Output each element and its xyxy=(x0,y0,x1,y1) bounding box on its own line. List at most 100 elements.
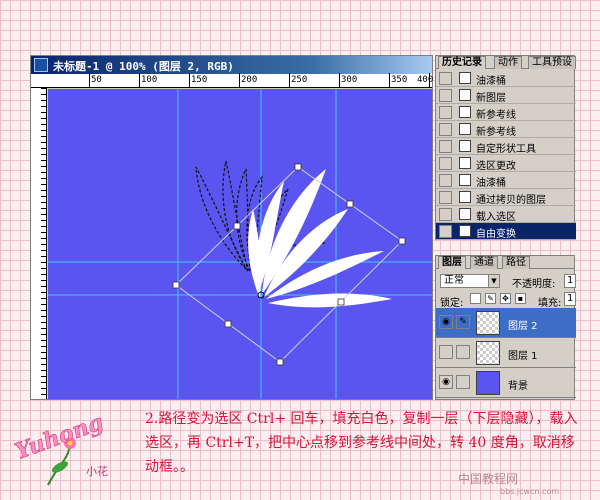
history-item[interactable]: 新参考线 xyxy=(436,104,576,121)
eye-icon[interactable]: ◉ xyxy=(439,315,453,329)
history-snapshot-box[interactable] xyxy=(439,157,452,170)
history-item[interactable]: 油漆桶 xyxy=(436,172,576,189)
blend-mode-select[interactable]: 正常 ▼ xyxy=(440,274,500,288)
layer-row[interactable]: 图层 1 xyxy=(436,338,576,368)
history-item[interactable]: 通过拷贝的图层 xyxy=(436,189,576,206)
fill-label: 填充: xyxy=(538,298,562,309)
history-snapshot-box[interactable] xyxy=(439,89,452,102)
logo-text: Yuhong xyxy=(12,409,107,465)
history-snapshot-box[interactable] xyxy=(439,72,452,85)
white-leaf-shape xyxy=(248,169,392,308)
lock-move-icon[interactable]: ✥ xyxy=(500,293,511,304)
tab-history[interactable]: 历史记录 xyxy=(438,56,486,69)
layer-thumbnail xyxy=(476,341,500,365)
ruler-tick-label: 100 xyxy=(141,75,158,85)
photoshop-document-icon xyxy=(34,58,48,72)
history-snapshot-box[interactable] xyxy=(439,208,452,221)
history-item[interactable]: 新参考线 xyxy=(436,121,576,138)
left-ruler[interactable] xyxy=(31,88,47,399)
ruler-tick-label: 300 xyxy=(341,75,358,85)
paint-bucket-icon xyxy=(459,72,471,84)
history-item[interactable]: 载入选区 xyxy=(436,206,576,223)
history-item-label: 自由变换 xyxy=(476,229,516,240)
history-item-label: 通过拷贝的图层 xyxy=(476,195,546,206)
history-item-label: 载入选区 xyxy=(476,212,516,223)
ruler-tick-label: 200 xyxy=(241,75,258,85)
layer-name: 图层 1 xyxy=(508,351,538,362)
history-snapshot-box[interactable] xyxy=(439,174,452,187)
layer-thumbnail xyxy=(476,311,500,335)
document-titlebar[interactable]: 未标题-1 @ 100% (图层 2, RGB) xyxy=(31,56,432,74)
selection-icon xyxy=(459,208,471,220)
transform-icon xyxy=(459,225,471,237)
ruler-tick-label: 250 xyxy=(291,75,308,85)
tab-actions[interactable]: 动作 xyxy=(494,56,522,69)
ruler-tick-label: 150 xyxy=(191,75,208,85)
tab-channels[interactable]: 通道 xyxy=(470,256,498,269)
history-snapshot-box[interactable] xyxy=(439,140,452,153)
history-item-label: 新参考线 xyxy=(476,110,516,121)
fill-field[interactable]: 1 xyxy=(564,292,576,306)
instruction-caption: 2.路径变为选区 Ctrl+ 回车，填充白色，复制一层（下层隐藏），载入选区，再… xyxy=(145,411,578,475)
opacity-label: 不透明度: xyxy=(512,279,556,290)
eye-icon[interactable]: ◉ xyxy=(439,375,453,389)
tab-tool-presets[interactable]: 工具预设 xyxy=(528,56,576,69)
link-toggle[interactable] xyxy=(456,345,470,359)
history-snapshot-box[interactable] xyxy=(439,106,452,119)
lock-label: 锁定: xyxy=(440,298,464,309)
document-window: 未标题-1 @ 100% (图层 2, RGB) 50 100 150 200 … xyxy=(30,55,433,400)
tab-paths[interactable]: 路径 xyxy=(502,256,530,269)
history-item[interactable]: 新图层 xyxy=(436,87,576,104)
history-snapshot-box[interactable] xyxy=(439,191,452,204)
layer-row[interactable]: ◉ 背景 xyxy=(436,368,576,398)
history-tab-row: 历史记录 动作 工具预设 xyxy=(436,56,576,69)
history-item-label: 新参考线 xyxy=(476,127,516,138)
ruler-tick-label: 50 xyxy=(91,75,102,85)
canvas-artwork xyxy=(48,89,432,399)
layer-row[interactable]: ◉ ✎ 图层 2 xyxy=(436,308,576,338)
new-layer-icon xyxy=(459,89,471,101)
opacity-field[interactable]: 1 xyxy=(564,274,576,288)
history-panel: 历史记录 动作 工具预设 油漆桶 新图层 新参考线 新参考线 自定形状工具 选区… xyxy=(435,55,576,240)
top-ruler[interactable]: 50 100 150 200 250 300 350 400 xyxy=(31,73,434,88)
paint-bucket-icon xyxy=(459,174,471,186)
ruler-tick-label: 400 xyxy=(417,75,434,85)
canvas[interactable] xyxy=(48,89,432,399)
visibility-toggle[interactable] xyxy=(439,345,453,359)
history-item-label: 选区更改 xyxy=(476,161,516,172)
history-item[interactable]: 自定形状工具 xyxy=(436,138,576,155)
brush-icon[interactable]: ✎ xyxy=(456,315,470,329)
document-title: 未标题-1 @ 100% (图层 2, RGB) xyxy=(53,60,234,73)
layers-tab-row: 图层 通道 路径 xyxy=(436,256,574,269)
site-watermark: 中国教程网 xyxy=(458,472,519,486)
yuhong-logo: Yuhong 小花 xyxy=(8,405,138,495)
link-toggle[interactable] xyxy=(456,375,470,389)
lock-paint-icon[interactable]: ✎ xyxy=(485,293,496,304)
layer-thumbnail xyxy=(476,371,500,395)
custom-shape-icon xyxy=(459,140,471,152)
lock-transparency-icon[interactable] xyxy=(470,293,481,304)
history-item-label: 油漆桶 xyxy=(476,76,506,87)
layer-name: 背景 xyxy=(508,381,528,392)
ruler-tick-label: 350 xyxy=(391,75,408,85)
history-item-selected[interactable]: 自由变换 xyxy=(436,223,576,240)
selection-icon xyxy=(459,157,471,169)
history-item-label: 新图层 xyxy=(476,93,506,104)
history-item-label: 自定形状工具 xyxy=(476,144,536,155)
blend-mode-value: 正常 xyxy=(444,275,464,286)
history-item[interactable]: 油漆桶 xyxy=(436,70,576,87)
logo-subtext: 小花 xyxy=(86,465,108,478)
guide-icon xyxy=(459,106,471,118)
history-snapshot-box[interactable] xyxy=(439,123,452,136)
layers-panel: 图层 通道 路径 正常 ▼ 不透明度: 1 锁定: ✎ ✥ ▪ 填充: 1 ◉ … xyxy=(435,255,576,400)
guide-icon xyxy=(459,123,471,135)
history-item-label: 油漆桶 xyxy=(476,178,506,189)
chevron-down-icon: ▼ xyxy=(488,275,499,287)
lock-all-icon[interactable]: ▪ xyxy=(515,293,526,304)
site-url: bbs.jcwcn.com xyxy=(500,487,560,496)
history-item[interactable]: 选区更改 xyxy=(436,155,576,172)
history-snapshot-box[interactable] xyxy=(439,225,452,238)
tab-layers[interactable]: 图层 xyxy=(438,256,466,269)
layer-name: 图层 2 xyxy=(508,321,538,332)
layer-copy-icon xyxy=(459,191,471,203)
